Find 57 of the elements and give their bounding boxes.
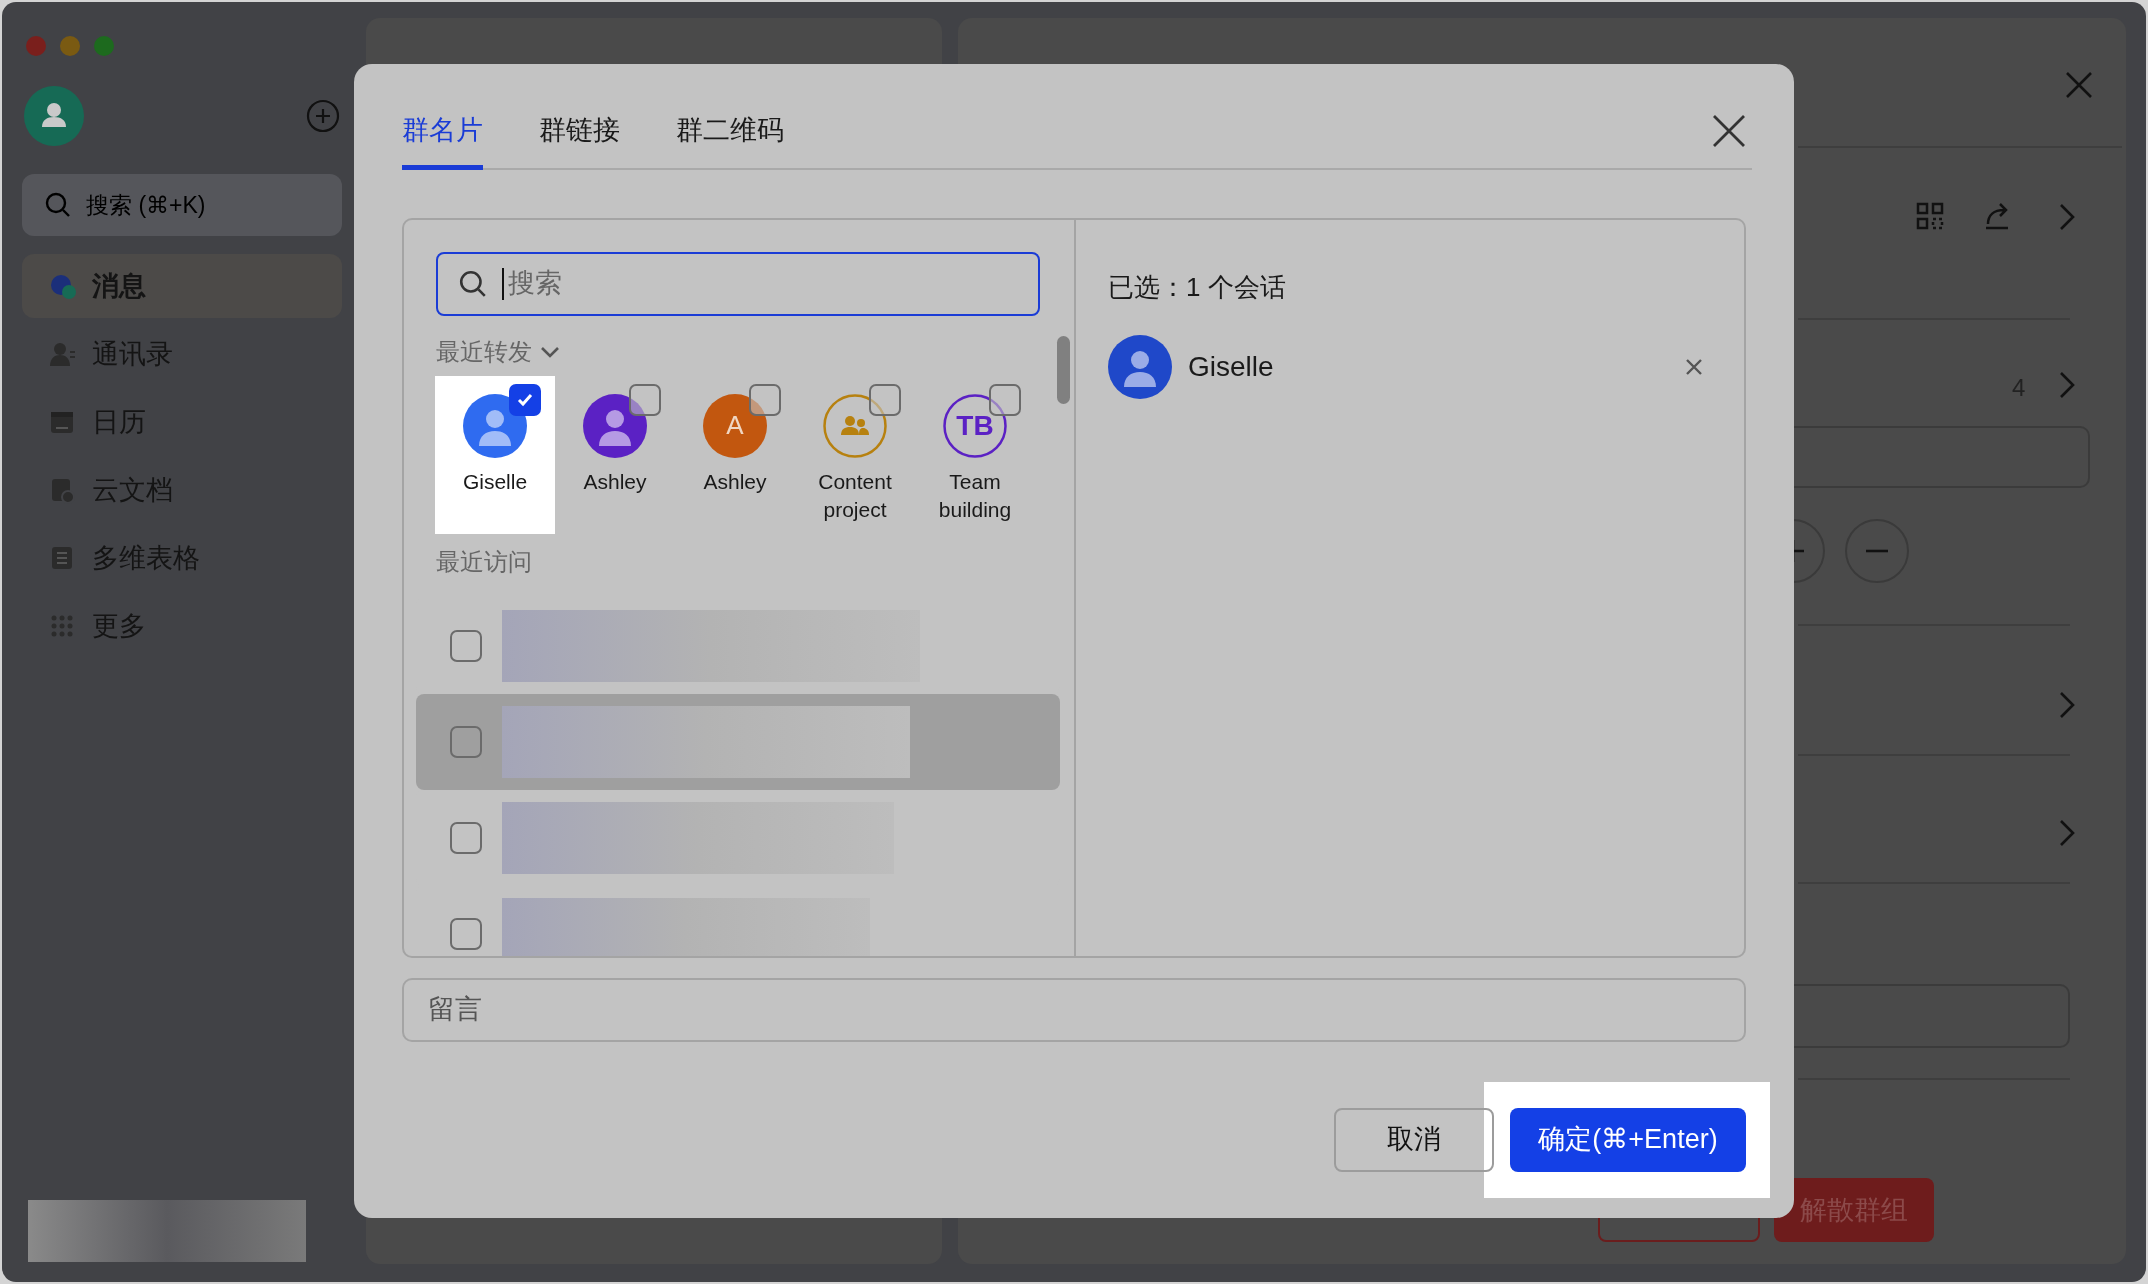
contact-name: Ashley — [702, 468, 768, 495]
checkbox[interactable] — [450, 629, 482, 662]
scrollbar-thumb[interactable] — [1057, 335, 1070, 404]
contacts-icon — [48, 340, 76, 368]
search-icon — [458, 268, 488, 299]
contact-tile[interactable]: Content project — [795, 375, 915, 534]
close-icon[interactable] — [1712, 114, 1746, 148]
avatar[interactable] — [583, 393, 647, 458]
avatar[interactable] — [463, 393, 527, 458]
contact-tile[interactable]: TB Team building — [915, 375, 1035, 534]
contact-tile[interactable]: Giselle — [435, 375, 555, 534]
text-cursor — [502, 267, 504, 300]
tab[interactable]: 群二维码 — [676, 110, 784, 170]
people-icon — [841, 415, 869, 435]
list-row[interactable] — [416, 693, 1060, 790]
chevron-right-icon[interactable] — [2058, 690, 2076, 720]
contact-name: Giselle — [461, 468, 529, 495]
avatar-icon[interactable] — [24, 86, 84, 146]
checkbox[interactable] — [450, 725, 482, 758]
search-field[interactable]: 搜索 (⌘+K) — [22, 174, 342, 236]
remove-member-icon[interactable] — [1844, 518, 1910, 584]
chevron-right-icon[interactable] — [2058, 370, 2076, 400]
search-icon — [44, 191, 72, 219]
contact-tile[interactable]: A Ashley — [675, 375, 795, 534]
tab[interactable]: 群链接 — [539, 110, 620, 170]
avatar — [1108, 334, 1172, 399]
avatar[interactable]: A — [703, 393, 767, 458]
checkbox[interactable] — [509, 383, 541, 416]
contact-name: Ashley — [582, 468, 648, 495]
chevron-down-icon[interactable] — [540, 344, 560, 359]
chevron-right-icon[interactable] — [2058, 202, 2076, 232]
maximize-window-icon[interactable] — [94, 36, 114, 56]
confirm-button[interactable]: 确定(⌘+Enter) — [1510, 1107, 1746, 1172]
chevron-right-icon[interactable] — [2058, 818, 2076, 848]
qr-code-icon[interactable] — [1916, 202, 1944, 230]
contact-tile[interactable]: Ashley — [555, 375, 675, 534]
checkbox[interactable] — [450, 821, 482, 854]
contact-name: Team building — [937, 468, 1013, 523]
selection-summary: 已选：1 个会话 — [1108, 270, 1287, 304]
add-icon[interactable] — [306, 99, 340, 133]
section-title: 最近访问 — [436, 547, 532, 575]
remove-icon[interactable] — [1684, 356, 1704, 377]
cancel-button[interactable]: 取消 — [1334, 1107, 1494, 1172]
checkbox[interactable] — [629, 383, 661, 416]
contact-name: Content project — [817, 468, 893, 523]
search-field[interactable]: 搜索 — [436, 251, 1040, 316]
checkbox[interactable] — [450, 917, 482, 950]
checkbox[interactable] — [989, 383, 1021, 416]
avatar[interactable]: TB — [943, 393, 1007, 458]
checkbox[interactable] — [869, 383, 901, 416]
minimize-window-icon[interactable] — [60, 36, 80, 56]
contact-name: Giselle — [1188, 349, 1275, 384]
section-title: 最近转发 — [436, 336, 532, 367]
message-field[interactable]: 留言 — [402, 977, 1746, 1042]
checkbox[interactable] — [749, 383, 781, 416]
chat-bubbles-icon — [48, 272, 76, 300]
tab[interactable]: 群名片 — [402, 110, 483, 170]
